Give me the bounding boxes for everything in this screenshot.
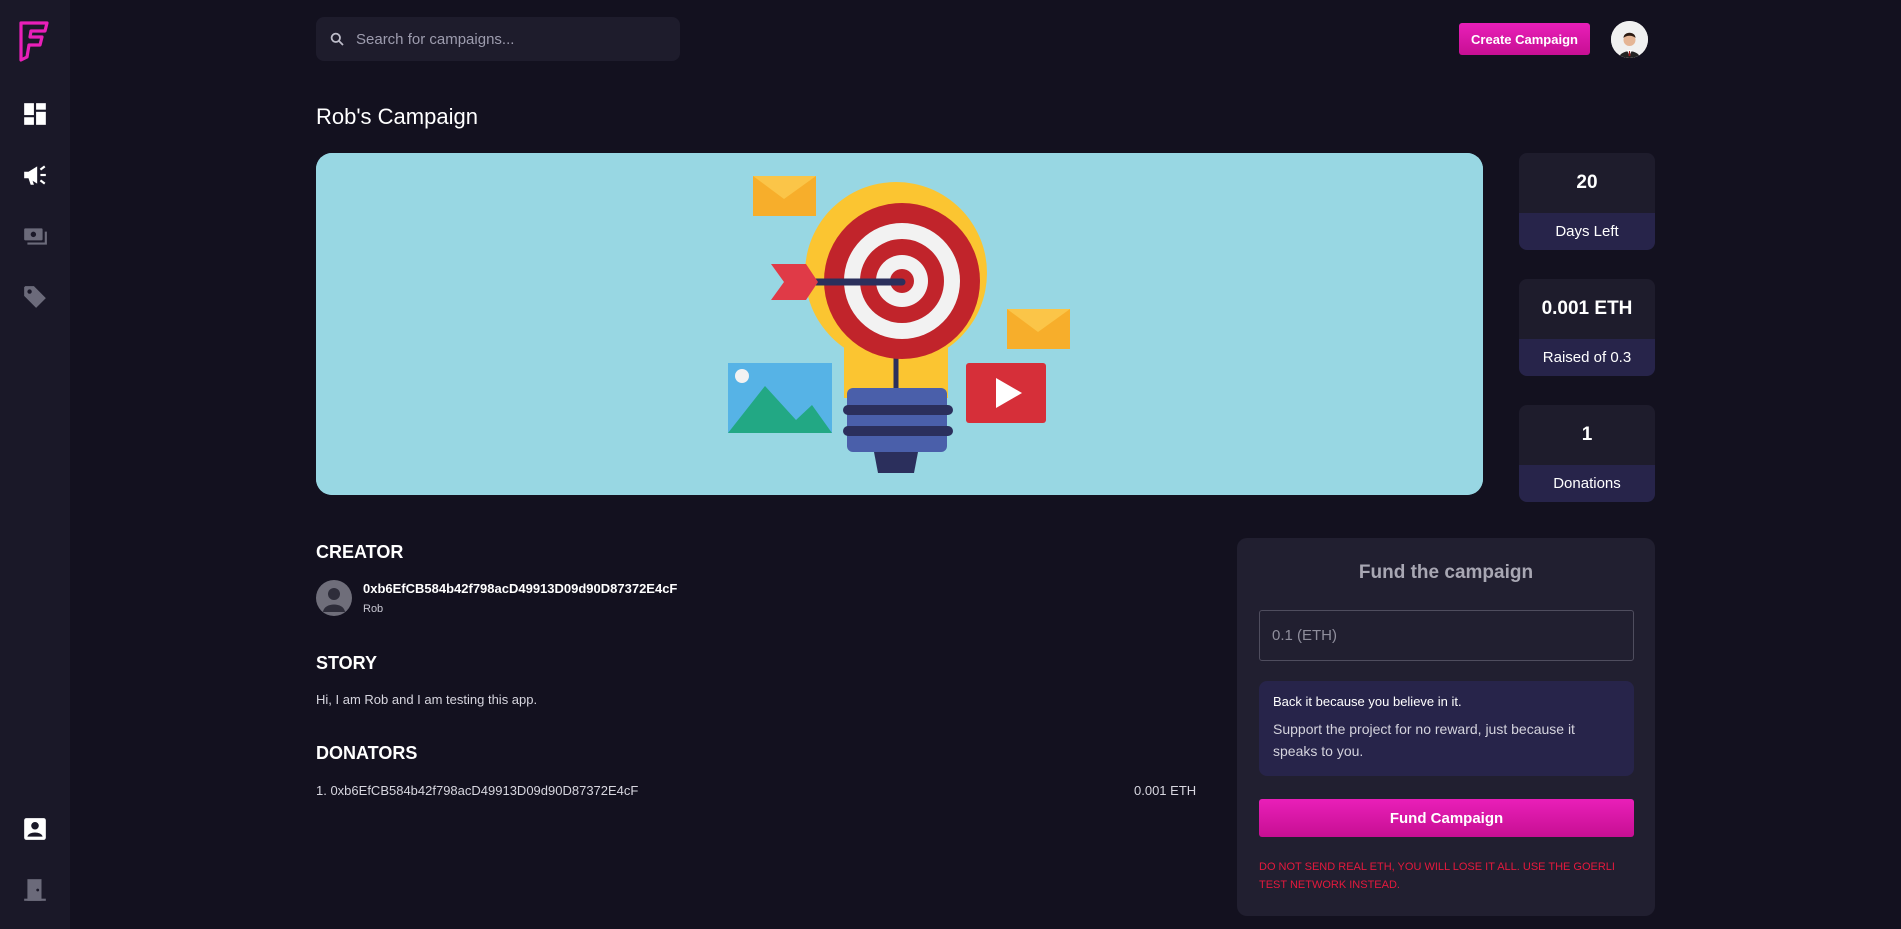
payment-icon[interactable] [22, 223, 48, 249]
stat-label: Donations [1519, 465, 1655, 502]
fund-card: Fund the campaign Back it because you be… [1237, 538, 1655, 916]
story-text: Hi, I am Rob and I am testing this app. [316, 692, 538, 707]
info-heading: Back it because you believe in it. [1273, 694, 1462, 709]
stat-label: Raised of 0.3 [1519, 339, 1655, 376]
donator-address: 1. 0xb6EfCB584b42f798acD49913D09d90D8737… [316, 783, 639, 798]
create-campaign-button[interactable]: Create Campaign [1459, 23, 1590, 55]
stat-donations: 1 Donations [1519, 405, 1655, 502]
search-icon [330, 32, 344, 46]
profile-icon[interactable] [22, 816, 48, 842]
warning-text: DO NOT SEND REAL ETH, YOU WILL LOSE IT A… [1259, 861, 1615, 891]
creator-heading: CREATOR [316, 542, 404, 562]
info-body: Support the project for no reward, just … [1273, 721, 1575, 759]
stat-value: 20 [1519, 153, 1655, 213]
dashboard-icon[interactable] [22, 101, 48, 127]
sidebar [0, 0, 70, 929]
fund-campaign-button[interactable]: Fund Campaign [1259, 799, 1634, 837]
amount-input[interactable] [1259, 610, 1634, 661]
megaphone-icon[interactable] [22, 162, 48, 188]
campaign-banner-image [316, 153, 1483, 495]
envelope-icon [753, 176, 816, 216]
user-avatar[interactable] [1611, 21, 1648, 58]
creator-name: Rob [363, 603, 384, 615]
creator-address: 0xb6EfCB584b42f798acD49913D09d90D87372E4… [363, 581, 678, 596]
creator-avatar [316, 580, 352, 616]
stat-days-left: 20 Days Left [1519, 153, 1655, 250]
stat-raised: 0.001 ETH Raised of 0.3 [1519, 279, 1655, 376]
stat-value: 0.001 ETH [1519, 279, 1655, 339]
stat-value: 1 [1519, 405, 1655, 465]
brand-logo-icon[interactable] [18, 20, 50, 62]
donator-amount: 0.001 ETH [1134, 783, 1197, 798]
stat-label: Days Left [1519, 213, 1655, 250]
tag-icon[interactable] [22, 284, 48, 310]
donators-heading: DONATORS [316, 743, 418, 763]
page-title: Rob's Campaign [316, 104, 478, 129]
logout-icon[interactable] [22, 877, 48, 903]
search-bar[interactable] [316, 17, 680, 61]
fund-title: Fund the campaign [1358, 562, 1534, 583]
search-input[interactable] [354, 29, 658, 49]
story-heading: STORY [316, 653, 378, 673]
info-box: Back it because you believe in it. Suppo… [1259, 681, 1634, 776]
